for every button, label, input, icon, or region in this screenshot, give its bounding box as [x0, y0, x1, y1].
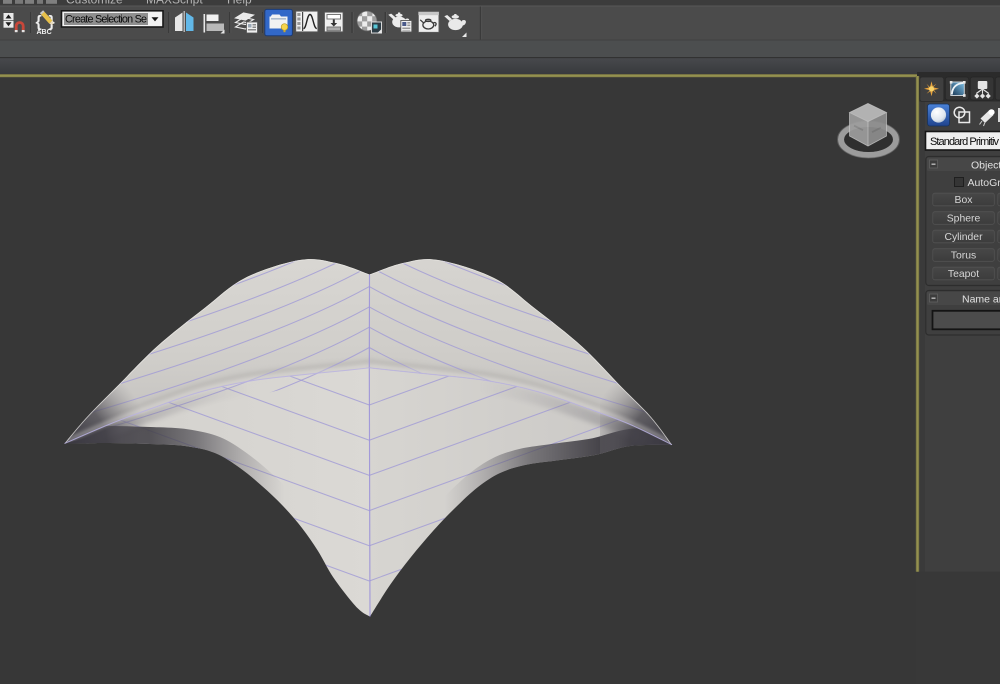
- svg-text:Customize: Customize: [66, 0, 123, 7]
- svg-text:Teapot: Teapot: [948, 269, 979, 280]
- svg-text:Help: Help: [227, 0, 252, 7]
- svg-text:Name an: Name an: [962, 293, 1000, 305]
- svg-text:AutoGri: AutoGri: [968, 177, 1000, 189]
- svg-text:Cylinder: Cylinder: [944, 232, 983, 243]
- svg-text:Box: Box: [955, 195, 974, 206]
- svg-text:Create Selection Se: Create Selection Se: [65, 14, 147, 26]
- svg-text:MAXScript: MAXScript: [146, 0, 203, 7]
- svg-text:Standard Primitiv: Standard Primitiv: [930, 136, 1000, 148]
- svg-text:Object Ty: Object Ty: [971, 159, 1000, 171]
- svg-text:ABC: ABC: [37, 29, 52, 36]
- svg-text:Torus: Torus: [951, 250, 976, 261]
- svg-text:Sphere: Sphere: [947, 213, 981, 224]
